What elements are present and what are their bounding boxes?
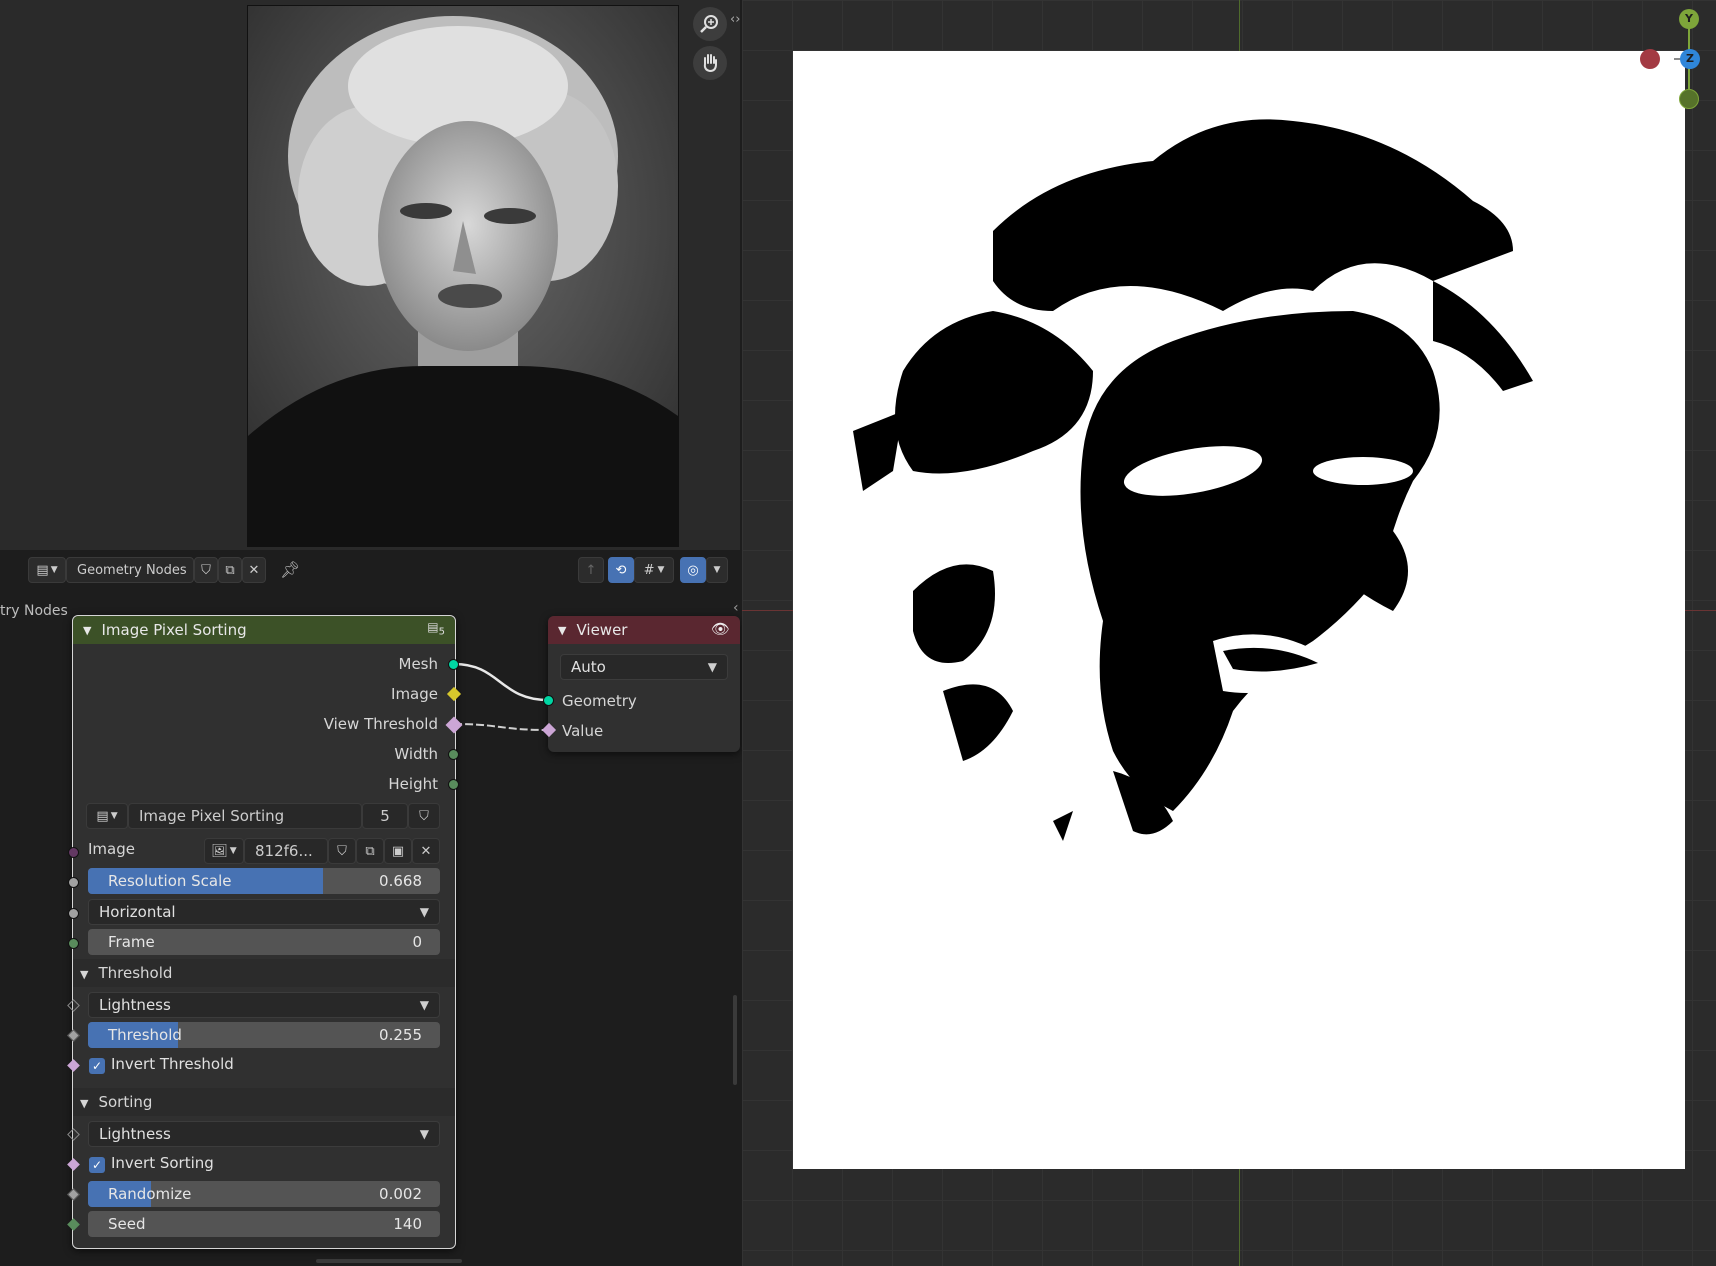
group-name: Image Pixel Sorting — [139, 807, 285, 825]
gizmo-y-handle[interactable]: Y — [1679, 9, 1699, 29]
seed-field[interactable]: Seed 140 — [88, 1211, 440, 1237]
output-view-threshold: View Threshold — [323, 715, 438, 733]
package-icon: ▣ — [391, 843, 405, 859]
chevron-down-icon: ▼ — [110, 811, 118, 821]
image-duplicate-button[interactable]: ⧉ — [356, 838, 384, 864]
input-value: Value — [562, 722, 604, 740]
socket-resolution-scale[interactable] — [68, 877, 79, 888]
image-icon: 🖼︎ — [211, 843, 228, 859]
node-tree-icon: ▤ — [96, 808, 109, 824]
image-browse-button[interactable]: 🖼︎ ▼ — [204, 838, 244, 864]
eye-icon[interactable]: 👁︎ — [711, 620, 730, 638]
slider-value: 0.002 — [379, 1185, 422, 1203]
slider-label: Threshold — [108, 1026, 182, 1044]
group-users: 5 — [380, 807, 390, 825]
node-title: Viewer — [576, 621, 628, 639]
socket-height[interactable] — [448, 779, 459, 790]
field-value: 140 — [393, 1215, 422, 1233]
output-image: Image — [391, 685, 438, 703]
group-type-button[interactable]: ▤ ▼ — [86, 803, 128, 829]
chevron-down-icon: ▼ — [419, 998, 429, 1012]
chevron-down-icon: ▼ — [419, 905, 429, 919]
collapse-chevron-icon[interactable]: ▼ — [558, 624, 566, 637]
node-title: Image Pixel Sorting — [101, 621, 247, 639]
output-height: Height — [388, 775, 438, 793]
node-group-icon: ▤5 — [427, 620, 445, 638]
shield-icon: ⛉ — [337, 843, 347, 859]
collapse-chevron-icon: ▼ — [80, 968, 89, 981]
image-pack-button[interactable]: ▣ — [384, 838, 412, 864]
check-icon: ✓ — [91, 1059, 103, 1073]
slider-value: 0.668 — [379, 872, 422, 890]
frame-field[interactable]: Frame 0 — [88, 929, 440, 955]
sorting-mode-dropdown[interactable]: Lightness ▼ — [88, 1121, 440, 1147]
collapse-chevron-icon[interactable]: ▼ — [83, 624, 91, 637]
dropdown-value: Horizontal — [99, 903, 176, 921]
link-mesh-geometry — [453, 662, 549, 702]
field-value: 0 — [412, 933, 422, 951]
image-name-field[interactable]: 812f6... — [244, 838, 328, 864]
invert-sorting-checkbox[interactable]: ✓ — [89, 1157, 105, 1173]
group-name-field[interactable]: Image Pixel Sorting — [128, 803, 362, 829]
image-input-label: Image — [88, 840, 135, 858]
field-label: Seed — [108, 1215, 146, 1233]
threshold-mode-dropdown[interactable]: Lightness ▼ — [88, 992, 440, 1018]
socket-direction[interactable] — [68, 908, 79, 919]
duplicate-icon: ⧉ — [365, 843, 375, 859]
output-width: Width — [394, 745, 438, 763]
viewer-domain-dropdown[interactable]: Auto ▼ — [560, 654, 728, 680]
close-icon: ✕ — [420, 843, 432, 859]
group-fake-user-button[interactable]: ⛉ — [408, 803, 440, 829]
node-header[interactable]: ▼ Image Pixel Sorting ▤5 — [73, 616, 455, 644]
user-count: 5 — [438, 626, 445, 638]
socket-mesh[interactable] — [448, 659, 459, 670]
invert-threshold-checkbox[interactable]: ✓ — [89, 1058, 105, 1074]
field-label: Frame — [108, 933, 155, 951]
image-name: 812f6... — [255, 842, 313, 860]
node-header[interactable]: ▼ Viewer 👁︎ — [548, 616, 740, 644]
sorting-panel-title[interactable]: ▼ Sorting — [80, 1089, 152, 1115]
chevron-down-icon: ▼ — [229, 846, 237, 856]
gizmo-x-handle[interactable] — [1640, 49, 1660, 69]
resolution-scale-slider[interactable]: Resolution Scale 0.668 — [88, 868, 440, 894]
slider-label: Resolution Scale — [108, 872, 232, 890]
slider-label: Randomize — [108, 1185, 192, 1203]
socket-geometry-input[interactable] — [543, 695, 554, 706]
image-fake-user-button[interactable]: ⛉ — [328, 838, 356, 864]
viewer-node[interactable]: ▼ Viewer 👁︎ Auto ▼ Geometry Value — [548, 616, 740, 752]
collapse-chevron-icon: ▼ — [80, 1097, 89, 1110]
socket-width[interactable] — [448, 749, 459, 760]
check-icon: ✓ — [91, 1158, 103, 1172]
chevron-down-icon: ▼ — [707, 660, 717, 674]
gizmo-neg-y-handle[interactable] — [1679, 89, 1699, 109]
group-users-field[interactable]: 5 — [362, 803, 408, 829]
sorted-image-plane — [793, 51, 1685, 1169]
link-threshold-value — [453, 723, 549, 731]
socket-image-input[interactable] — [68, 847, 79, 858]
invert-threshold-label: Invert Threshold — [111, 1055, 234, 1073]
direction-dropdown[interactable]: Horizontal ▼ — [88, 899, 440, 925]
dropdown-value: Auto — [571, 658, 606, 676]
invert-sorting-label: Invert Sorting — [111, 1154, 214, 1172]
socket-frame[interactable] — [68, 938, 79, 949]
image-unlink-button[interactable]: ✕ — [412, 838, 440, 864]
output-mesh: Mesh — [398, 655, 439, 673]
shield-icon: ⛉ — [419, 808, 429, 824]
dropdown-value: Lightness — [99, 996, 171, 1014]
threshold-slider[interactable]: Threshold 0.255 — [88, 1022, 440, 1048]
input-geometry: Geometry — [562, 692, 637, 710]
threshold-silhouette — [853, 119, 1533, 841]
gizmo-z-handle[interactable]: Z — [1680, 49, 1700, 69]
chevron-down-icon: ▼ — [419, 1127, 429, 1141]
slider-value: 0.255 — [379, 1026, 422, 1044]
threshold-panel-title[interactable]: ▼ Threshold — [80, 960, 172, 986]
dropdown-value: Lightness — [99, 1125, 171, 1143]
randomize-slider[interactable]: Randomize 0.002 — [88, 1181, 440, 1207]
